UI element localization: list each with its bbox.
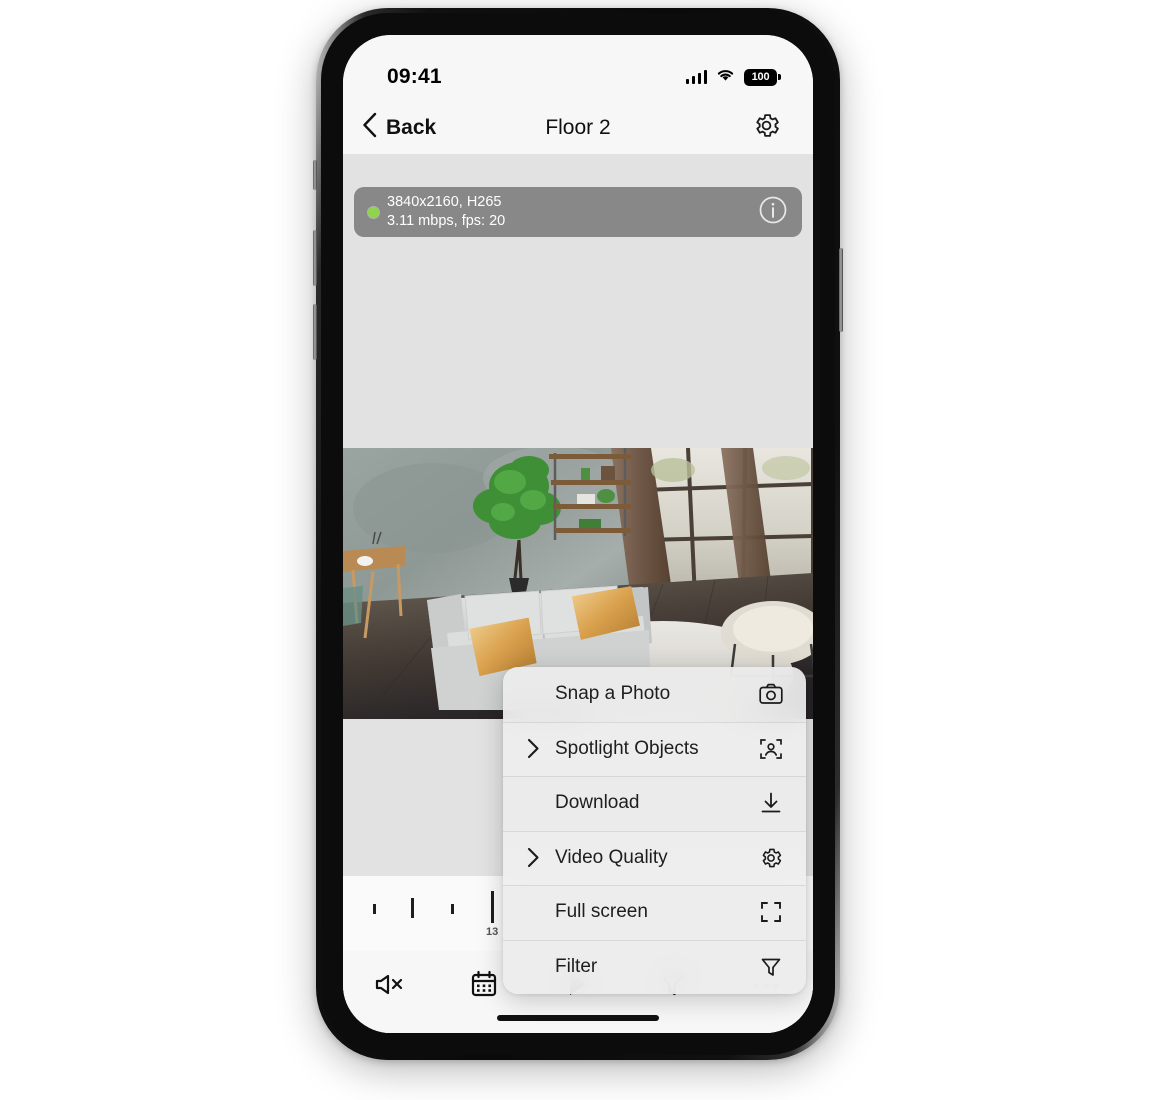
calendar-icon: [469, 969, 499, 1004]
mute-button[interactable]: [361, 965, 419, 1007]
battery-icon: 100: [744, 68, 781, 86]
volume-up-button[interactable]: [313, 230, 317, 286]
back-label: Back: [386, 115, 437, 139]
timeline-tick: [451, 904, 454, 914]
menu-item-label: Snap a Photo: [555, 683, 671, 705]
home-indicator: [497, 1015, 659, 1021]
nav-bar: Back Floor 2: [343, 101, 813, 154]
menu-item-filter[interactable]: Filter: [503, 939, 806, 995]
power-button[interactable]: [839, 248, 843, 332]
menu-item-label: Spotlight Objects: [555, 737, 699, 759]
back-button[interactable]: Back: [361, 111, 436, 144]
timeline-hour-label: 13: [486, 926, 499, 938]
phone-screen: 09:41 100 Back Floor 2 3840x2160, H265 3…: [343, 35, 813, 1033]
fullscreen-icon: [758, 901, 784, 923]
stream-status-dot: [368, 206, 379, 218]
menu-item-label: Filter: [555, 955, 598, 977]
chevron-right-icon: [527, 738, 549, 759]
status-bar: 09:41 100: [343, 35, 813, 101]
chevron-right-icon: [527, 847, 549, 868]
silent-switch[interactable]: [313, 160, 317, 190]
status-time: 09:41: [387, 65, 442, 88]
stream-info-text: 3840x2160, H265 3.11 mbps, fps: 20: [387, 193, 505, 231]
volume-down-button[interactable]: [313, 304, 317, 360]
gear-icon: [752, 111, 781, 145]
menu-item-label: Video Quality: [555, 846, 668, 868]
menu-item-snap-a-photo[interactable]: Snap a Photo: [503, 667, 806, 722]
funnel-icon: [758, 956, 784, 978]
phone-device-frame: 09:41 100 Back Floor 2 3840x2160, H265 3…: [313, 8, 843, 1060]
info-circle-icon[interactable]: [758, 195, 788, 230]
settings-button[interactable]: [752, 111, 781, 145]
stream-bitrate: 3.11 mbps, fps: 20: [387, 213, 506, 229]
menu-item-full-screen[interactable]: Full screen: [503, 885, 806, 940]
chevron-left-icon: [361, 111, 378, 144]
timeline-tick: [411, 898, 414, 918]
menu-item-download[interactable]: Download: [503, 776, 806, 831]
download-icon: [758, 791, 784, 815]
menu-item-video-quality[interactable]: Video Quality: [503, 830, 806, 885]
timeline-tick: [491, 891, 494, 923]
gear-icon: [758, 846, 784, 870]
camera-icon: [758, 683, 784, 705]
menu-item-label: Full screen: [555, 901, 648, 923]
app-content: 3840x2160, H265 3.11 mbps, fps: 20 13 Sn…: [343, 154, 813, 1033]
menu-item-label: Download: [555, 792, 640, 814]
menu-item-spotlight-objects[interactable]: Spotlight Objects: [503, 721, 806, 776]
spotlight-icon: [758, 737, 784, 761]
context-menu: Snap a Photo Spotlight Objects Download …: [503, 667, 806, 994]
wifi-icon: [716, 68, 735, 87]
mute-icon: [374, 969, 406, 1004]
stream-info-bar: 3840x2160, H265 3.11 mbps, fps: 20: [354, 187, 802, 237]
signal-bars-icon: [685, 70, 707, 84]
stream-resolution: 3840x2160, H265: [387, 194, 502, 210]
timeline-tick: [373, 904, 376, 914]
status-icons: 100: [685, 68, 781, 87]
